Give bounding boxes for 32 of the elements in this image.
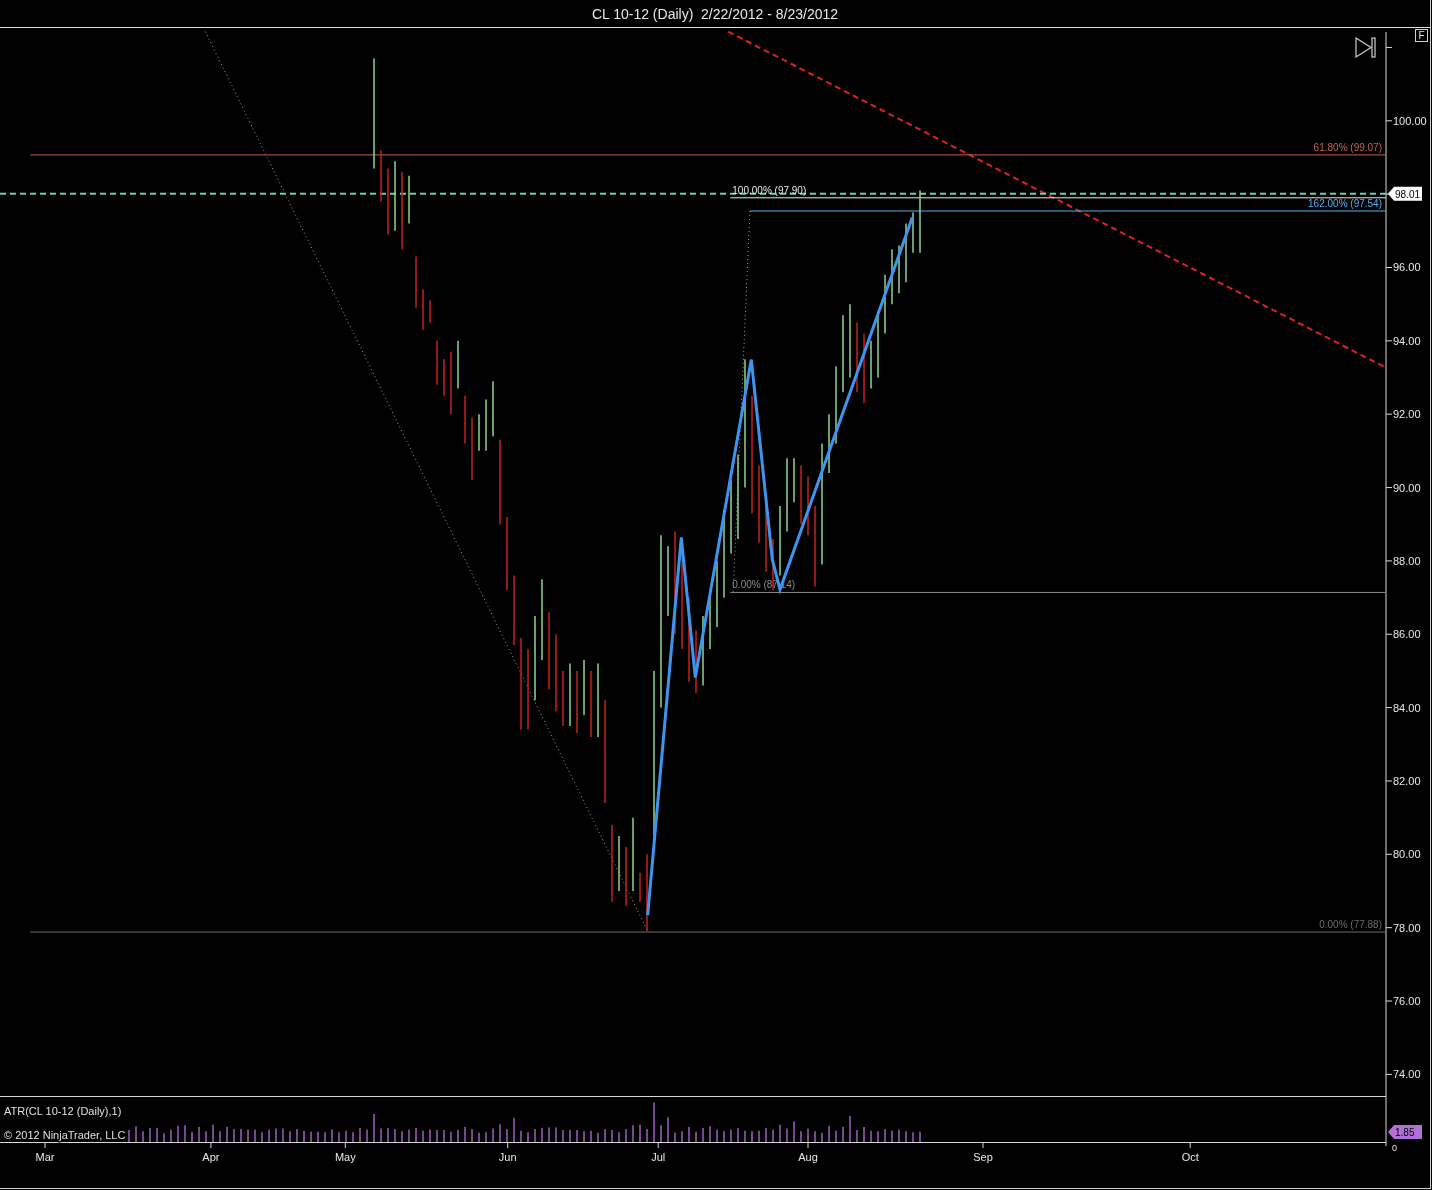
value-tag: 1.85 xyxy=(1388,1125,1422,1139)
skip-to-end-icon[interactable] xyxy=(1355,36,1376,59)
chart-title: CL 10-12 (Daily) 2/22/2012 - 8/23/2012 xyxy=(591,5,839,22)
axis-label: 0 xyxy=(1392,1143,1397,1153)
axis-label: 84.00 xyxy=(1393,701,1421,714)
axis-label: 96.00 xyxy=(1393,261,1421,274)
corner-button[interactable]: F xyxy=(1415,29,1428,42)
fib-label: 61.80% (99.07) xyxy=(1313,141,1382,153)
axis-label: 76.00 xyxy=(1393,995,1421,1007)
axis-label: 82.00 xyxy=(1393,774,1421,787)
fib-label: 0.00% (77.88) xyxy=(1319,919,1382,931)
axis-label: 90.00 xyxy=(1393,481,1421,494)
axis-label: Sep xyxy=(973,1151,993,1163)
axis-label: Apr xyxy=(202,1151,220,1163)
axis-label: Jul xyxy=(651,1151,666,1163)
indicator-label: ATR(CL 10-12 (Daily),1) xyxy=(4,1105,122,1117)
axis-label: 78.00 xyxy=(1393,921,1421,934)
axis-label: Oct xyxy=(1181,1151,1199,1163)
axis-label: May xyxy=(334,1151,356,1163)
axis-label: 92.00 xyxy=(1393,408,1421,421)
axis-label: 88.00 xyxy=(1393,554,1421,567)
axis-label: 86.00 xyxy=(1393,628,1421,641)
axis-label: 94.00 xyxy=(1393,334,1421,347)
copyright-text: © 2012 NinjaTrader, LLC xyxy=(4,1129,126,1141)
fib-label: 162.00% (97.54) xyxy=(1308,198,1382,209)
price-tag: 98.01 xyxy=(1388,186,1422,201)
axis-label: Aug xyxy=(798,1151,818,1163)
axis-label: 100.00 xyxy=(1393,114,1427,127)
axis-label: 80.00 xyxy=(1393,848,1421,861)
axis-label: Mar xyxy=(35,1151,55,1163)
axis-label: Jun xyxy=(498,1151,517,1163)
axis-label: 74.00 xyxy=(1393,1068,1421,1081)
